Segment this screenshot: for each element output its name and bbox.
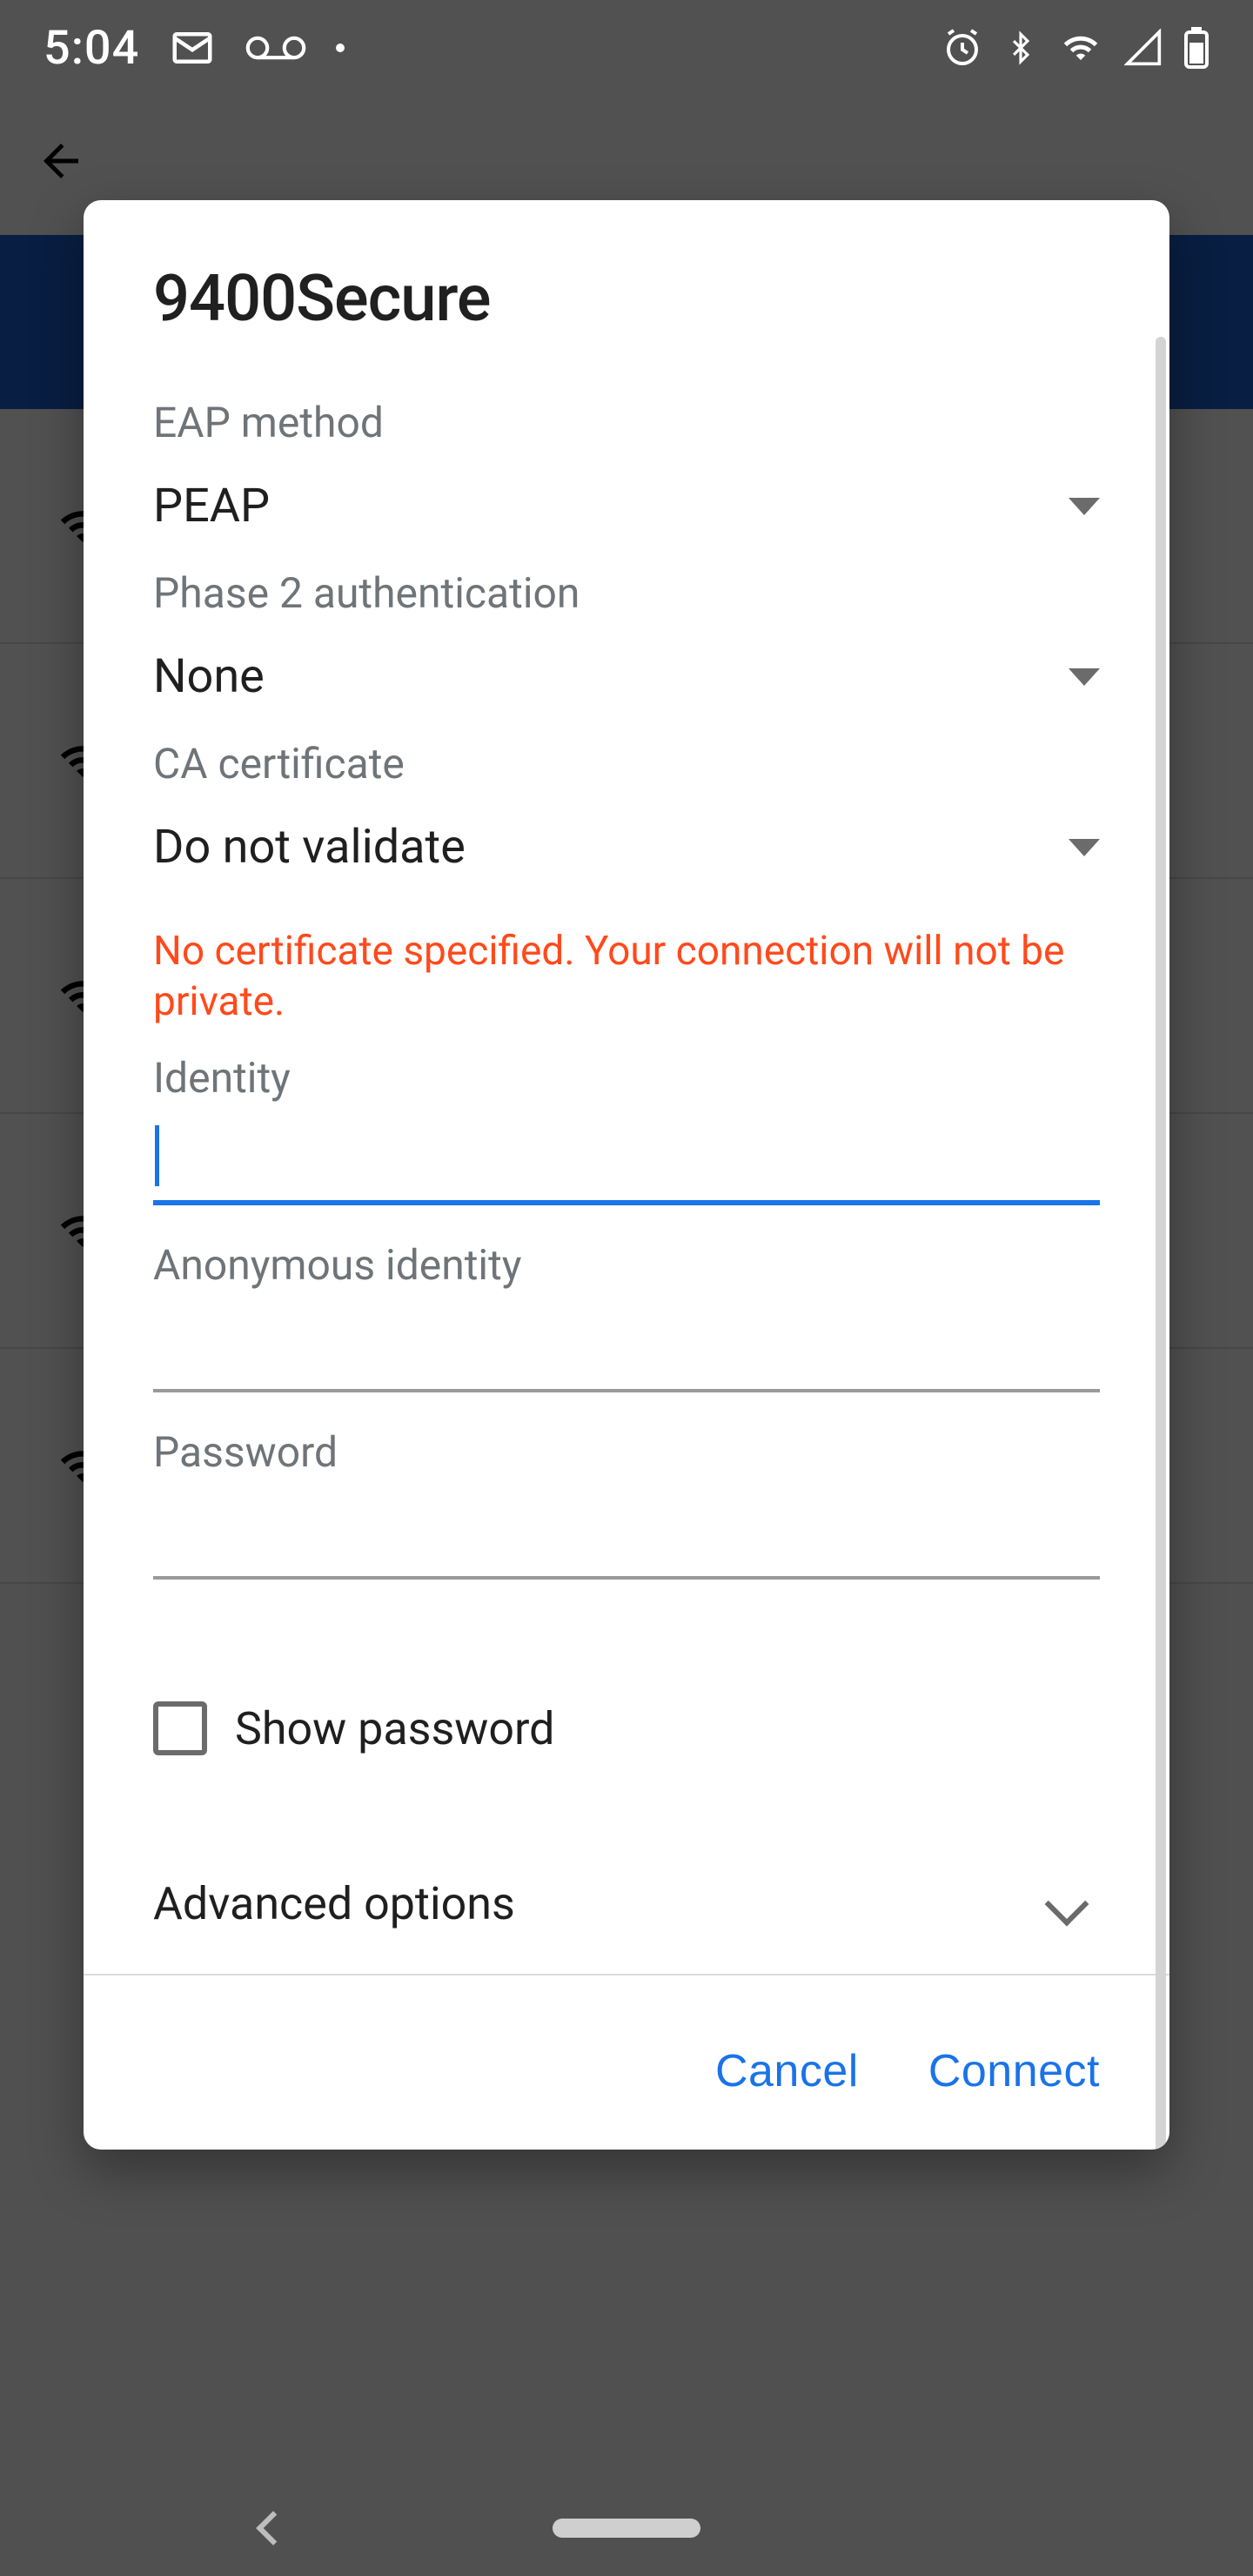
divider: [84, 1974, 1169, 1976]
battery-icon: [1183, 27, 1209, 69]
bluetooth-icon: [1004, 27, 1037, 69]
eap-method-dropdown[interactable]: PEAP: [153, 479, 1100, 533]
identity-label: Identity: [153, 1053, 1100, 1103]
signal-icon: [1124, 29, 1163, 67]
phase2-dropdown[interactable]: None: [153, 649, 1100, 704]
dropdown-caret-icon: [1069, 839, 1100, 856]
identity-input[interactable]: [153, 1118, 1100, 1205]
password-label: Password: [153, 1427, 1100, 1477]
show-password-label: Show password: [235, 1702, 555, 1755]
show-password-checkbox[interactable]: Show password: [153, 1701, 1100, 1755]
nav-home-pill[interactable]: [553, 2519, 700, 2538]
password-input[interactable]: [153, 1493, 1100, 1580]
ca-cert-value: Do not validate: [153, 820, 466, 875]
advanced-options-toggle[interactable]: Advanced options: [153, 1877, 1100, 1956]
wifi-config-dialog: 9400Secure EAP method PEAP Phase 2 authe…: [84, 200, 1169, 2150]
certificate-warning: No certificate specified. Your connectio…: [153, 927, 1100, 1027]
dropdown-caret-icon: [1069, 668, 1100, 686]
anonymous-identity-input[interactable]: [153, 1305, 1100, 1392]
anonymous-identity-label: Anonymous identity: [153, 1240, 1100, 1290]
dialog-actions: Cancel Connect: [84, 2010, 1169, 2150]
nav-back-icon[interactable]: [256, 2511, 291, 2546]
ca-cert-dropdown[interactable]: Do not validate: [153, 820, 1100, 875]
alarm-icon: [941, 27, 983, 69]
status-bar: 5:04: [0, 0, 1253, 96]
checkbox-box-icon: [153, 1701, 207, 1755]
status-time: 5:04: [44, 21, 139, 76]
cancel-button[interactable]: Cancel: [715, 2045, 859, 2097]
chevron-down-icon: [1045, 1882, 1089, 1926]
voicemail-icon: [245, 30, 306, 65]
dialog-title: 9400Secure: [153, 261, 1100, 337]
connect-button[interactable]: Connect: [928, 2045, 1100, 2097]
advanced-options-label: Advanced options: [153, 1877, 515, 1930]
text-cursor: [155, 1125, 159, 1186]
eap-method-value: PEAP: [153, 479, 270, 533]
phase2-label: Phase 2 authentication: [153, 568, 1100, 618]
wifi-icon: [1058, 30, 1103, 66]
eap-method-label: EAP method: [153, 398, 1100, 447]
mail-icon: [169, 24, 216, 71]
notification-dot-icon: [336, 44, 345, 52]
nav-bar: [0, 2480, 1253, 2576]
phase2-value: None: [153, 649, 265, 704]
scrollbar[interactable]: [1156, 337, 1166, 2150]
ca-cert-label: CA certificate: [153, 739, 1100, 788]
dropdown-caret-icon: [1069, 498, 1100, 515]
